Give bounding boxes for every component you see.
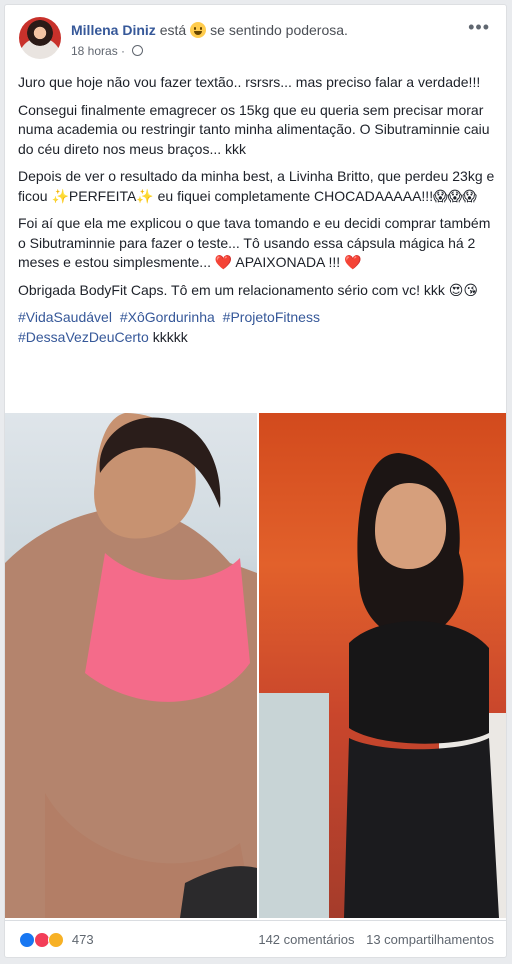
love-icon [33, 932, 50, 948]
hashtag-link[interactable]: #DessaVezDeuCerto [18, 329, 149, 345]
like-icon [19, 932, 35, 948]
timestamp-line: 18 horas · [71, 44, 144, 58]
comments-count[interactable]: 142 comentários [258, 932, 354, 947]
reaction-count: 473 [71, 932, 94, 947]
hashtag-suffix: kkkkk [152, 328, 188, 345]
author-line: Millena Diniz está se sentindo poderosa. [71, 22, 348, 38]
reactions-summary[interactable]: 473 [19, 932, 94, 948]
post-header: Millena Diniz está se sentindo poderosa. … [19, 17, 496, 61]
before-photo[interactable] [5, 413, 257, 918]
paragraph-3: Depois de ver o resultado da minha best,… [18, 168, 495, 204]
feeling-prefix: está [159, 22, 187, 38]
hashtag-link[interactable]: #ProjetoFitness [223, 309, 320, 325]
paragraph-2: Consegui finalmente emagrecer os 15kg qu… [18, 101, 490, 157]
avatar[interactable] [19, 17, 61, 59]
hashtags: #VidaSaudável #XôGordurinha #ProjetoFitn… [18, 308, 496, 347]
globe-icon [132, 45, 144, 56]
author-name[interactable]: Millena Diniz [71, 22, 156, 38]
smiling-face-icon [190, 22, 207, 38]
before-photo-illustration [5, 413, 257, 918]
after-photo-illustration [259, 453, 506, 918]
wow-icon [48, 932, 65, 948]
paragraph-4: Foi aí que ela me explicou o que tava to… [18, 215, 491, 270]
post-body: Juro que hoje não vou fazer textão.. rsr… [18, 73, 496, 347]
after-photo[interactable] [259, 413, 506, 918]
paragraph-5: Obrigada BodyFit Caps. Tô em um relacion… [18, 281, 478, 298]
hashtag-link[interactable]: #VidaSaudável [18, 309, 112, 325]
engagement-stats: 142 comentários 13 compartilhamentos [258, 932, 494, 947]
shares-count[interactable]: 13 compartilhamentos [366, 932, 494, 947]
hashtag-link[interactable]: #XôGordurinha [120, 309, 215, 325]
timestamp[interactable]: 18 horas [71, 44, 118, 58]
post-card: Millena Diniz está se sentindo poderosa. … [4, 4, 507, 958]
feeling-text: se sentindo poderosa. [210, 22, 348, 38]
paragraph-1: Juro que hoje não vou fazer textão.. rsr… [18, 74, 481, 90]
more-icon[interactable]: ••• [468, 18, 490, 36]
photo-collage[interactable] [5, 413, 506, 918]
post-footer: 473 142 comentários 13 compartilhamentos [5, 920, 506, 958]
